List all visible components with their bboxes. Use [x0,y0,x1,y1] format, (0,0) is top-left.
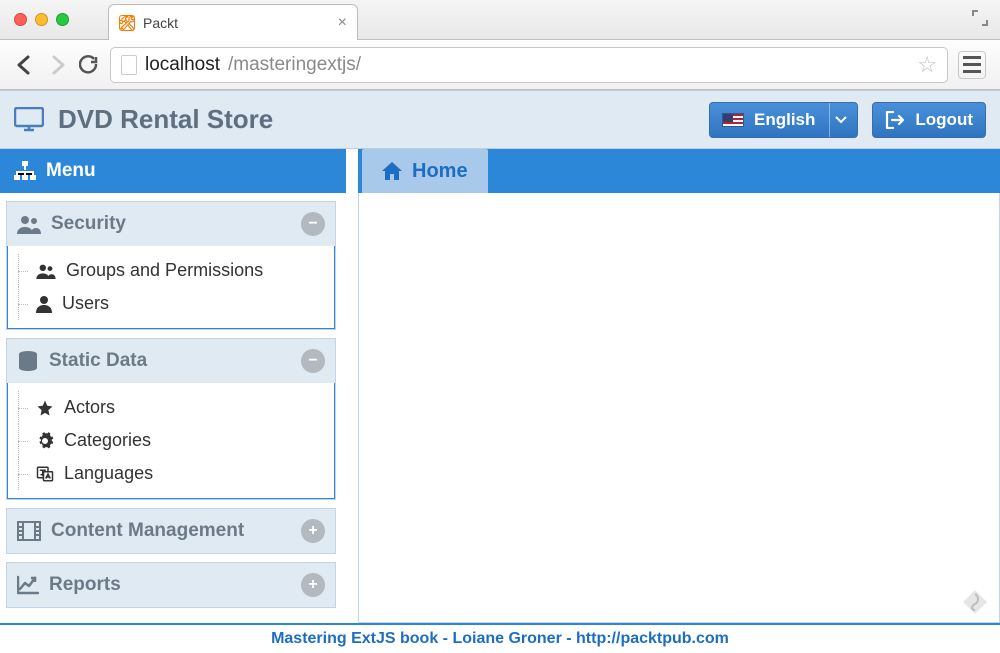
collapse-icon[interactable]: − [301,212,325,236]
zoom-window-button[interactable] [56,13,69,26]
tab-label: Home [412,160,468,183]
url-host: localhost [145,54,220,76]
star-icon [36,399,54,417]
minimize-window-button[interactable] [35,13,48,26]
favicon-icon: 🛠 [119,15,135,31]
app-header: DVD Rental Store English Logout [0,90,1000,148]
panel-title: Content Management [51,520,244,542]
monitor-icon [14,107,44,133]
tabbar: Home [358,149,1000,193]
logout-icon [885,111,905,129]
language-icon [36,465,54,483]
panel-security: Security − Groups and Permissions [6,201,336,330]
language-label: English [754,110,815,130]
collapse-icon[interactable]: − [301,349,325,373]
chart-icon [17,575,39,595]
sitemap-icon [14,161,36,181]
language-selector[interactable]: English [709,102,858,138]
chevron-down-icon [829,103,851,137]
expand-icon[interactable]: + [301,519,325,543]
forward-button[interactable] [46,54,68,76]
close-window-button[interactable] [14,13,27,26]
reload-button[interactable] [78,54,100,76]
item-label: Categories [64,430,151,451]
page-icon [121,55,137,75]
logout-button[interactable]: Logout [872,102,986,138]
os-titlebar: 🛠 Packt × [0,0,1000,40]
tab-home[interactable]: Home [362,149,488,193]
menu-label: Menu [46,160,96,182]
gear-icon [36,432,54,450]
close-tab-icon[interactable]: × [338,14,347,32]
item-label: Languages [64,463,153,484]
panel-title: Security [51,213,126,235]
database-icon [17,350,39,372]
sidebar-item-groups-permissions[interactable]: Groups and Permissions [32,254,330,287]
sidebar-item-actors[interactable]: Actors [32,391,330,424]
browser-menu-button[interactable] [958,51,986,79]
bookmark-star-icon[interactable]: ☆ [917,52,937,78]
browser-tab[interactable]: 🛠 Packt × [108,4,358,40]
sidebar: Menu Security − [0,149,346,623]
back-button[interactable] [14,54,36,76]
sidebar-item-users[interactable]: Users [32,287,330,320]
app-body: Menu Security − [0,148,1000,623]
film-icon [17,521,41,541]
user-icon [36,295,52,313]
content-area: Home [358,149,1000,623]
expand-icon[interactable]: + [301,573,325,597]
home-icon [382,162,402,180]
menu-header: Menu [0,149,346,193]
panel-header-security[interactable]: Security − [7,202,335,246]
footer-text: Mastering ExtJS book - Loiane Groner - h… [271,630,729,648]
window-controls [14,13,69,26]
panel-title: Reports [49,574,121,596]
tab-title: Packt [143,15,178,31]
sencha-logo-icon [961,588,989,616]
url-path: /masteringextjs/ [228,54,361,76]
users-icon [36,263,56,279]
panel-title: Static Data [49,350,147,372]
panel-header-reports[interactable]: Reports + [7,563,335,607]
app-title: DVD Rental Store [58,104,273,135]
browser-toolbar: localhost/masteringextjs/ ☆ [0,40,1000,90]
flag-us-icon [722,113,744,127]
panel-header-static-data[interactable]: Static Data − [7,339,335,383]
panel-content-management: Content Management + [6,508,336,554]
sidebar-item-categories[interactable]: Categories [32,424,330,457]
address-bar[interactable]: localhost/masteringextjs/ ☆ [110,47,948,83]
item-label: Users [62,293,109,314]
content-body [358,193,1000,623]
expand-icon[interactable] [972,10,988,26]
sidebar-item-languages[interactable]: Languages [32,457,330,490]
panel-static-data: Static Data − Actors [6,338,336,500]
footer: Mastering ExtJS book - Loiane Groner - h… [0,623,1000,653]
panel-reports: Reports + [6,562,336,608]
panel-header-content-management[interactable]: Content Management + [7,509,335,553]
item-label: Actors [64,397,115,418]
logout-label: Logout [915,110,973,130]
item-label: Groups and Permissions [66,260,263,281]
users-icon [17,214,41,234]
